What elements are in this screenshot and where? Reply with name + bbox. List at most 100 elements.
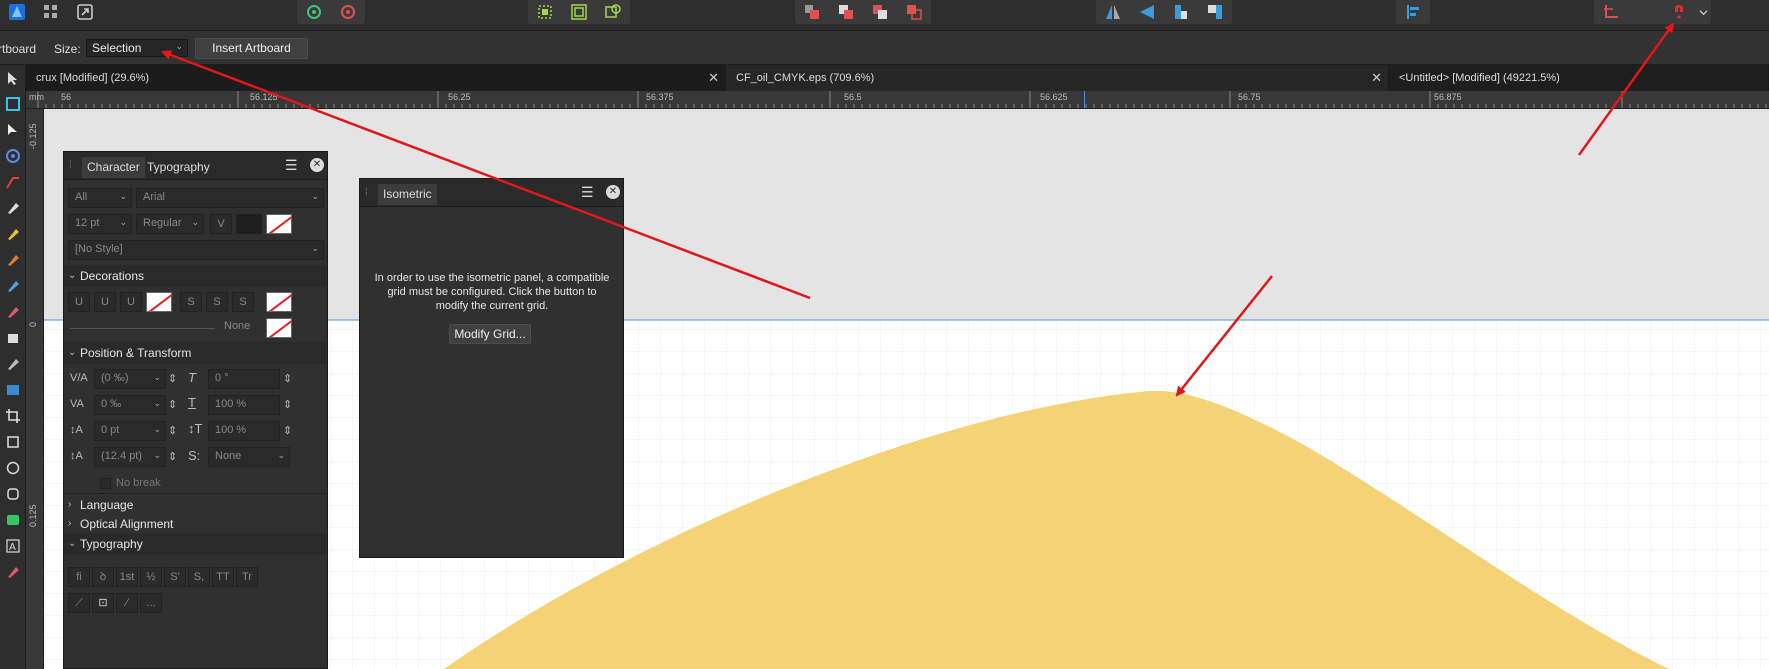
tab-character[interactable]: Character xyxy=(82,157,145,178)
tab-cf-oil[interactable]: CF_oil_CMYK.eps (709.6%) ✕ xyxy=(726,65,1389,91)
typo-more-button[interactable]: ... xyxy=(140,593,162,613)
rectangle-tool-icon[interactable] xyxy=(0,429,26,455)
style-select[interactable]: [No Style] ⌄ xyxy=(68,240,324,260)
node-tool-icon[interactable] xyxy=(0,117,26,143)
section-optical-alignment[interactable]: › Optical Alignment xyxy=(64,513,326,535)
stepper-icon[interactable]: ⇕ xyxy=(168,450,177,463)
stepper-icon[interactable]: ⇕ xyxy=(168,372,177,385)
magnet-snap-icon[interactable] xyxy=(1662,0,1696,24)
drag-handle-icon[interactable]: ⁞ xyxy=(365,187,368,198)
tab-isometric[interactable]: Isometric xyxy=(378,184,437,205)
ruler-horizontal[interactable]: mm 56 56.125 56.25 56.375 56.5 56.625 56… xyxy=(26,91,1769,109)
font-select[interactable]: Arial ⌄ xyxy=(136,188,324,208)
line-color-swatch[interactable] xyxy=(266,318,292,338)
blank-icon[interactable] xyxy=(1628,0,1662,24)
rotate-right-icon[interactable] xyxy=(1198,0,1232,24)
underline-icon[interactable]: U xyxy=(68,292,90,312)
section-decorations[interactable]: ⌄ Decorations xyxy=(64,265,326,287)
double-underline-icon[interactable]: U xyxy=(94,292,116,312)
transparency-tool-icon[interactable] xyxy=(0,325,26,351)
ordinal-button[interactable]: 1st xyxy=(116,567,138,587)
settings-snap-icon[interactable] xyxy=(331,0,365,24)
move-tool-icon[interactable] xyxy=(0,65,26,91)
snapping-icon[interactable] xyxy=(1594,0,1628,24)
thick-underline-icon[interactable]: U xyxy=(120,292,142,312)
frame-text-tool-icon[interactable] xyxy=(0,559,26,585)
ellipse-tool-icon[interactable] xyxy=(0,455,26,481)
kerning-icon[interactable]: V xyxy=(210,214,232,234)
flip-horizontal-icon[interactable] xyxy=(1096,0,1130,24)
typo-extra-button[interactable]: ⊡ xyxy=(92,593,114,613)
section-position-transform[interactable]: ⌄ Position & Transform xyxy=(64,342,326,364)
close-icon[interactable]: ✕ xyxy=(1371,65,1382,91)
insert-artboard-button[interactable]: Insert Artboard xyxy=(195,38,308,59)
typo-extra-button[interactable]: ∕ xyxy=(116,593,138,613)
pencil-tool-icon[interactable] xyxy=(0,221,26,247)
arrange-forward-icon[interactable] xyxy=(863,0,897,24)
fraction-button[interactable]: ½ xyxy=(140,567,162,587)
subscript-button[interactable]: S, xyxy=(188,567,210,587)
kerning-field[interactable]: (0 ‰) ⌄ xyxy=(94,369,166,389)
thick-strikethrough-icon[interactable]: S xyxy=(232,292,254,312)
font-weight-select[interactable]: Regular ⌄ xyxy=(136,214,204,234)
contour-tool-icon[interactable] xyxy=(0,143,26,169)
leading-field[interactable]: (12.4 pt) ⌄ xyxy=(94,447,166,467)
paint-brush-tool-icon[interactable] xyxy=(0,299,26,325)
transform-fit-icon[interactable] xyxy=(562,0,596,24)
modify-grid-button[interactable]: Modify Grid... xyxy=(449,324,531,344)
arrange-back-icon[interactable] xyxy=(795,0,829,24)
place-image-tool-icon[interactable] xyxy=(0,377,26,403)
baseline-field[interactable]: 0 pt ⌄ xyxy=(94,421,166,441)
position-mode-select[interactable]: None ⌄ xyxy=(208,447,290,467)
shear-field[interactable]: 0 ° xyxy=(208,369,280,389)
stepper-icon[interactable]: ⇕ xyxy=(283,424,292,437)
ruler-vertical[interactable]: -0.125 0 0.125 xyxy=(26,109,44,669)
close-icon[interactable]: ✕ xyxy=(708,65,719,91)
artboard-tool-icon[interactable] xyxy=(0,91,26,117)
ligature-button[interactable]: fi xyxy=(68,567,90,587)
no-break-checkbox[interactable] xyxy=(100,478,111,489)
vertical-scale-field[interactable]: 100 % xyxy=(208,421,280,441)
all-caps-button[interactable]: TT xyxy=(212,567,234,587)
section-language[interactable]: › Language xyxy=(64,493,326,515)
rounded-rectangle-tool-icon[interactable] xyxy=(0,481,26,507)
font-size-field[interactable]: 12 pt ⌄ xyxy=(68,214,132,234)
tab-untitled[interactable]: <Untitled> [Modified] (49221.5%) xyxy=(1389,65,1769,91)
rotate-left-icon[interactable] xyxy=(1164,0,1198,24)
align-left-icon[interactable] xyxy=(1396,0,1430,24)
close-icon[interactable]: ✕ xyxy=(606,185,620,199)
affinity-logo-icon[interactable] xyxy=(0,0,34,24)
arrange-front-icon[interactable] xyxy=(897,0,931,24)
stepper-icon[interactable]: ⇕ xyxy=(283,372,292,385)
drag-handle-icon[interactable]: ⁞ xyxy=(69,160,72,171)
export-persona-icon[interactable] xyxy=(68,0,102,24)
discretionary-ligature-button[interactable]: ꝺ xyxy=(92,567,114,587)
horizontal-scale-field[interactable]: 100 % xyxy=(208,395,280,415)
close-icon[interactable]: ✕ xyxy=(310,158,324,172)
panel-menu-icon[interactable]: ☰ xyxy=(581,184,594,201)
underline-color-swatch[interactable] xyxy=(146,292,172,312)
transform-selection-icon[interactable] xyxy=(528,0,562,24)
strikethrough-color-swatch[interactable] xyxy=(266,292,292,312)
typo-extra-button[interactable]: ⟋ xyxy=(68,593,90,613)
size-select[interactable]: Selection ⌄ xyxy=(86,39,188,57)
flip-vertical-icon[interactable] xyxy=(1130,0,1164,24)
vector-brush-tool-icon[interactable] xyxy=(0,247,26,273)
superscript-button[interactable]: S' xyxy=(164,567,186,587)
stepper-icon[interactable]: ⇕ xyxy=(283,398,292,411)
stepper-icon[interactable]: ⇕ xyxy=(168,424,177,437)
strikethrough-icon[interactable]: S xyxy=(180,292,202,312)
tab-crux[interactable]: crux [Modified] (29.6%) ✕ xyxy=(26,65,726,91)
text-stroke-swatch[interactable] xyxy=(266,214,292,234)
pen-tool-icon[interactable] xyxy=(0,195,26,221)
scope-select[interactable]: All ⌄ xyxy=(68,188,132,208)
tracking-field[interactable]: 0 ‰ ⌄ xyxy=(94,395,166,415)
stepper-icon[interactable]: ⇕ xyxy=(168,398,177,411)
crop-tool-icon[interactable] xyxy=(0,403,26,429)
small-caps-button[interactable]: Tr xyxy=(236,567,258,587)
chevron-down-icon[interactable] xyxy=(1696,0,1711,24)
artistic-text-tool-icon[interactable]: A xyxy=(0,533,26,559)
corner-tool-icon[interactable] xyxy=(0,169,26,195)
settings-gear-icon[interactable] xyxy=(297,0,331,24)
arrange-backward-icon[interactable] xyxy=(829,0,863,24)
